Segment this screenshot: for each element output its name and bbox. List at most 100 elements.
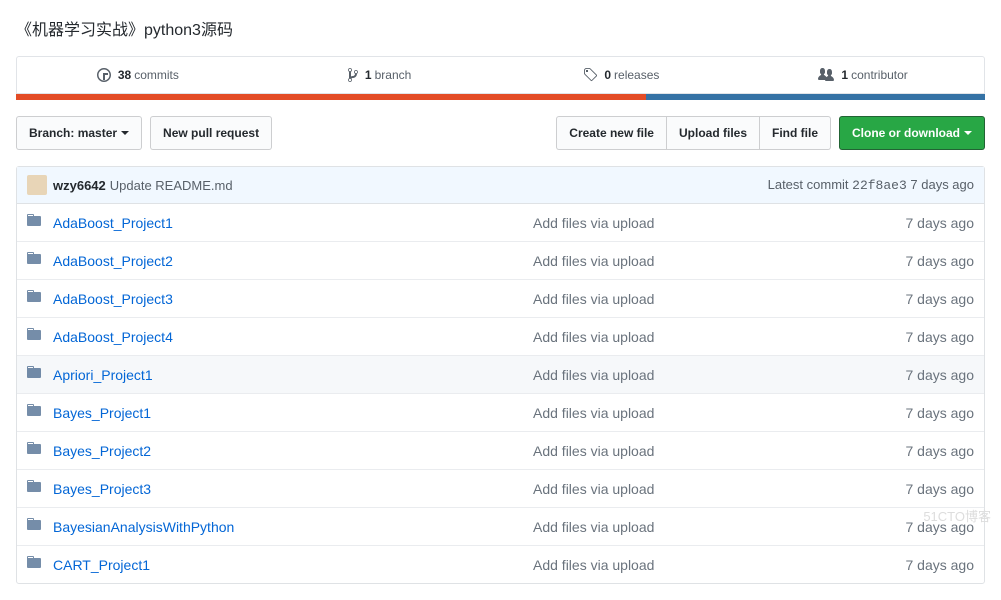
find-file-button[interactable]: Find file: [759, 116, 831, 150]
tag-icon: [583, 67, 597, 83]
folder-link[interactable]: CART_Project1: [53, 557, 150, 573]
row-name-cell: AdaBoost_Project3: [43, 280, 523, 318]
branch-label: Branch:: [29, 123, 74, 143]
folder-link[interactable]: AdaBoost_Project4: [53, 329, 173, 345]
folder-link[interactable]: AdaBoost_Project3: [53, 291, 173, 307]
row-age-cell: 7 days ago: [807, 432, 984, 470]
file-listing: wzy6642 Update README.md Latest commit 2…: [16, 166, 985, 584]
language-bar[interactable]: [16, 94, 985, 100]
caret-down-icon: [964, 131, 972, 139]
stats-releases[interactable]: 0 releases: [501, 57, 743, 93]
stats-branches[interactable]: 1 branch: [259, 57, 501, 93]
folder-icon: [27, 364, 41, 380]
new-pull-request-button[interactable]: New pull request: [150, 116, 272, 150]
folder-icon: [27, 440, 41, 456]
folder-icon: [27, 402, 41, 418]
row-message-cell[interactable]: Add files via upload: [523, 508, 807, 546]
row-icon-cell: [17, 280, 43, 318]
row-icon-cell: [17, 318, 43, 356]
files-table: AdaBoost_Project1Add files via upload7 d…: [17, 204, 984, 583]
row-message-cell[interactable]: Add files via upload: [523, 394, 807, 432]
row-age-cell: 7 days ago: [807, 546, 984, 584]
people-icon: [818, 67, 834, 83]
row-icon-cell: [17, 394, 43, 432]
folder-icon: [27, 554, 41, 570]
branches-count: 1: [365, 68, 372, 82]
folder-icon: [27, 478, 41, 494]
table-row: Bayes_Project3 Add files via upload7 days…: [17, 470, 984, 508]
create-new-file-button[interactable]: Create new file: [556, 116, 667, 150]
avatar[interactable]: [27, 175, 47, 195]
row-message-cell[interactable]: Add files via upload: [523, 432, 807, 470]
row-icon-cell: [17, 470, 43, 508]
commit-message[interactable]: Update README.md: [110, 178, 233, 193]
table-row: AdaBoost_Project3Add files via upload7 d…: [17, 280, 984, 318]
table-row: AdaBoost_Project2 Add files via upload7 d…: [17, 242, 984, 280]
row-age-cell: 7 days ago: [807, 204, 984, 242]
branch-select-button[interactable]: Branch: master: [16, 116, 142, 150]
table-row: Bayes_Project2 Add files via upload7 days…: [17, 432, 984, 470]
commit-meta: Latest commit 22f8ae3 7 days ago: [768, 177, 974, 193]
upload-files-button[interactable]: Upload files: [666, 116, 760, 150]
row-icon-cell: [17, 242, 43, 280]
row-name-cell: CART_Project1: [43, 546, 523, 584]
commit-author[interactable]: wzy6642: [53, 178, 106, 193]
table-row: Apriori_Project1 Add files via upload7 da…: [17, 356, 984, 394]
row-message-cell[interactable]: Add files via upload: [523, 356, 807, 394]
row-icon-cell: [17, 356, 43, 394]
folder-icon: [27, 326, 41, 342]
folder-icon: [27, 212, 41, 228]
row-age-cell: 7 days ago: [807, 242, 984, 280]
row-message-cell[interactable]: Add files via upload: [523, 546, 807, 584]
history-icon: [97, 67, 111, 83]
folder-link[interactable]: AdaBoost_Project2: [53, 253, 173, 269]
row-icon-cell: [17, 546, 43, 584]
row-message-cell[interactable]: Add files via upload: [523, 318, 807, 356]
table-row: BayesianAnalysisWithPython Add files via …: [17, 508, 984, 546]
table-row: Bayes_Project1Add files via upload7 days…: [17, 394, 984, 432]
file-actions-group: Create new file Upload files Find file: [556, 116, 831, 150]
row-message-cell[interactable]: Add files via upload: [523, 242, 807, 280]
folder-link[interactable]: BayesianAnalysisWithPython: [53, 519, 234, 535]
folder-link[interactable]: Bayes_Project3: [53, 481, 151, 497]
row-name-cell: Apriori_Project1: [43, 356, 523, 394]
branch-name: master: [78, 123, 117, 143]
language-segment-2: [646, 94, 985, 100]
folder-icon: [27, 516, 41, 532]
table-row: AdaBoost_Project4 Add files via upload7 d…: [17, 318, 984, 356]
caret-down-icon: [121, 131, 129, 139]
row-age-cell: 7 days ago: [807, 356, 984, 394]
row-age-cell: 7 days ago: [807, 470, 984, 508]
contributors-label: contributor: [851, 68, 908, 82]
row-message-cell[interactable]: Add files via upload: [523, 280, 807, 318]
stats-contributors[interactable]: 1 contributor: [742, 57, 984, 93]
folder-link[interactable]: Bayes_Project1: [53, 405, 151, 421]
branch-icon: [348, 67, 358, 83]
row-message-cell[interactable]: Add files via upload: [523, 470, 807, 508]
row-name-cell: BayesianAnalysisWithPython: [43, 508, 523, 546]
stats-commits[interactable]: 38 commits: [17, 57, 259, 93]
repo-title: 《机器学习实战》python3源码: [16, 16, 985, 40]
clone-download-button[interactable]: Clone or download: [839, 116, 985, 150]
commit-age: 7 days ago: [910, 177, 974, 192]
branches-label: branch: [375, 68, 412, 82]
folder-icon: [27, 250, 41, 266]
row-message-cell[interactable]: Add files via upload: [523, 204, 807, 242]
row-age-cell: 7 days ago: [807, 508, 984, 546]
folder-link[interactable]: AdaBoost_Project1: [53, 215, 173, 231]
row-age-cell: 7 days ago: [807, 318, 984, 356]
commit-tease: wzy6642 Update README.md Latest commit 2…: [17, 167, 984, 204]
folder-link[interactable]: Apriori_Project1: [53, 367, 153, 383]
releases-count: 0: [604, 68, 611, 82]
table-row: AdaBoost_Project1 Add files via upload7 d…: [17, 204, 984, 242]
row-name-cell: Bayes_Project1: [43, 394, 523, 432]
releases-label: releases: [614, 68, 659, 82]
row-icon-cell: [17, 508, 43, 546]
row-name-cell: Bayes_Project3: [43, 470, 523, 508]
folder-link[interactable]: Bayes_Project2: [53, 443, 151, 459]
row-name-cell: AdaBoost_Project1: [43, 204, 523, 242]
latest-commit-label: Latest commit: [768, 177, 849, 192]
row-name-cell: AdaBoost_Project2: [43, 242, 523, 280]
contributors-count: 1: [841, 68, 848, 82]
commit-sha[interactable]: 22f8ae3: [852, 178, 907, 193]
